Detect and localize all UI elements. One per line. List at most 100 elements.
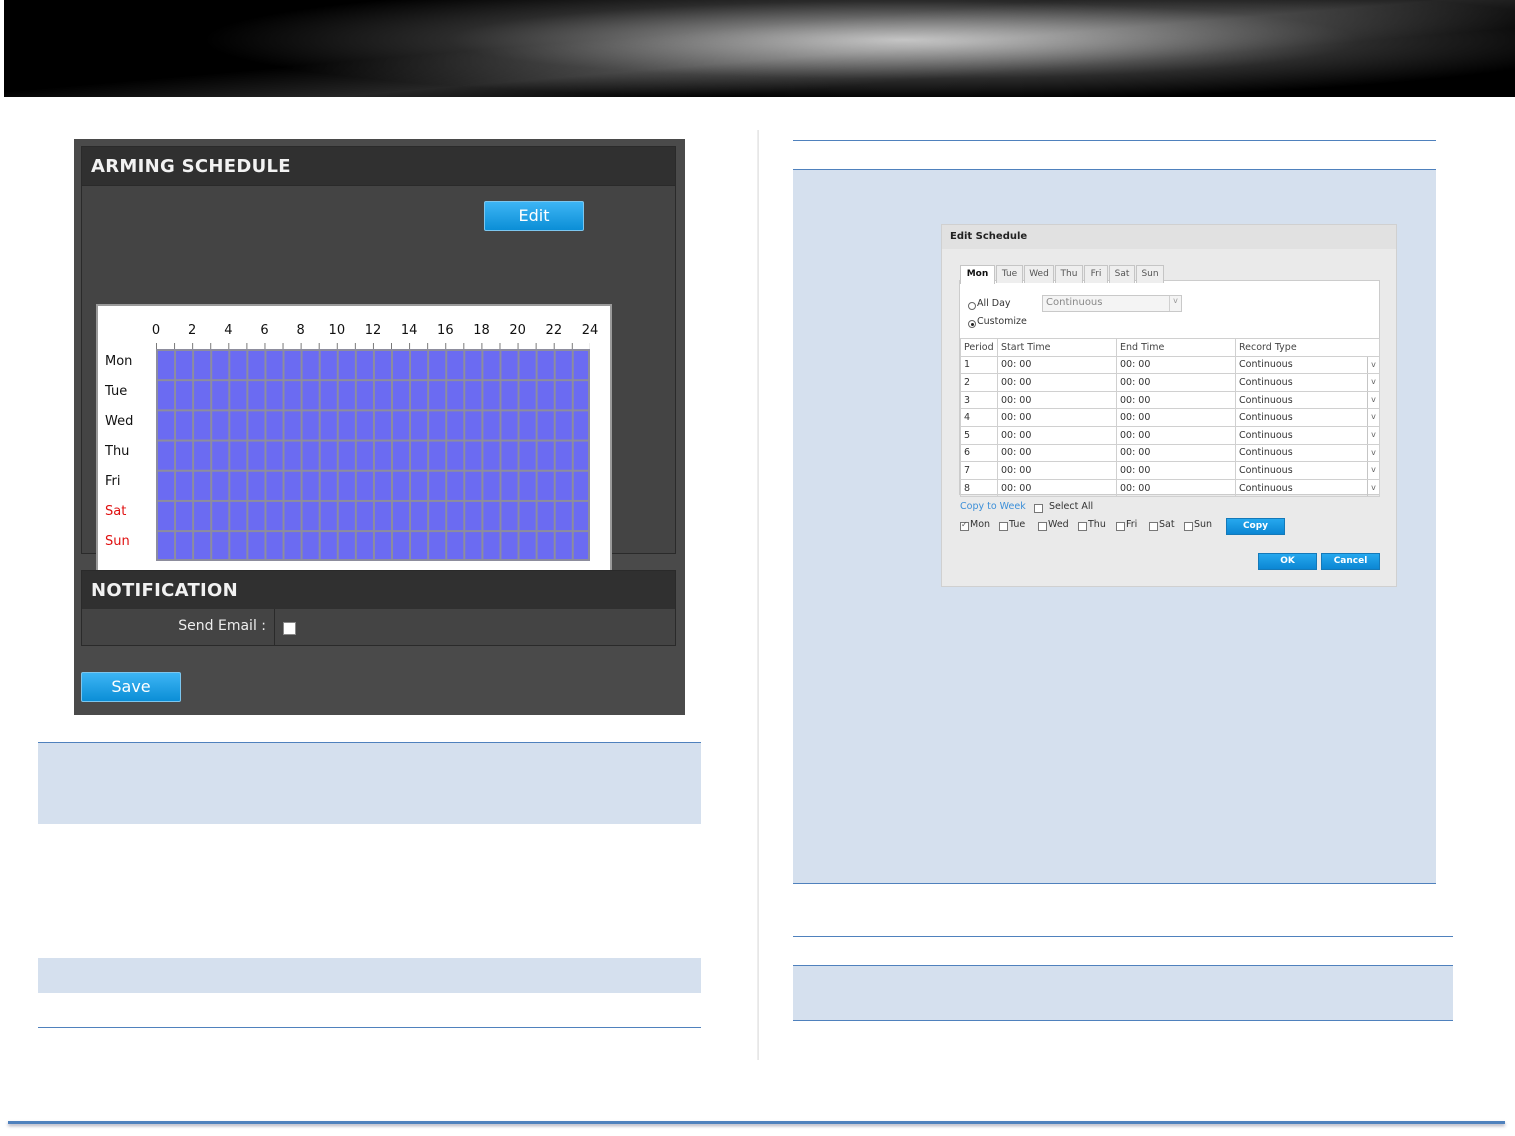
table-row: 6 00: 00 00: 00 Continuous v <box>960 443 1380 463</box>
column-header: Start Time <box>997 338 1117 357</box>
tab-sun[interactable]: Sun <box>1136 265 1164 283</box>
end-time-input[interactable]: 00: 00 <box>1116 355 1236 375</box>
tab-thu[interactable]: Thu <box>1055 265 1083 283</box>
end-time-input[interactable]: 00: 00 <box>1116 461 1236 480</box>
schedule-grid[interactable] <box>156 349 590 561</box>
day-label-thu: Thu <box>105 444 130 459</box>
divider-line <box>793 140 1436 141</box>
period-cell: 2 <box>960 373 998 392</box>
copy-day-label-tue: Tue <box>1009 519 1026 530</box>
schedule-grid-box: 0 2 4 6 8 10 12 14 16 18 20 22 24 Mon Tue Wed Thu Fri Sat… <box>96 304 612 585</box>
all-day-record-type-select[interactable]: Continuous v <box>1042 295 1182 312</box>
tab-tue[interactable]: Tue <box>996 265 1023 283</box>
record-type-select[interactable]: Continuous v <box>1235 425 1380 445</box>
copy-day-checkbox-mon[interactable] <box>960 520 969 531</box>
ok-button[interactable]: OK <box>1258 553 1317 570</box>
copy-day-checkbox-wed[interactable] <box>1038 522 1047 531</box>
end-time-input[interactable]: 00: 00 <box>1116 373 1236 392</box>
start-time-input[interactable]: 00: 00 <box>997 443 1117 463</box>
start-time-input[interactable]: 00: 00 <box>997 390 1117 410</box>
period-cell: 3 <box>960 390 998 410</box>
tab-fri[interactable]: Fri <box>1084 265 1108 283</box>
copy-day-checkbox-fri[interactable] <box>1116 522 1125 531</box>
hour-label: 18 <box>473 323 490 338</box>
start-time-input[interactable]: 00: 00 <box>997 408 1117 427</box>
select-all-checkbox[interactable] <box>1034 504 1043 513</box>
all-day-label: All Day <box>977 298 1011 309</box>
day-label-mon: Mon <box>105 354 133 369</box>
period-cell: 8 <box>960 478 998 498</box>
customize-label: Customize <box>977 316 1027 327</box>
document-page: ARMING SCHEDULE Edit 0 2 4 6 8 10 12 14 16 18 20 22… <box>0 0 1515 1136</box>
start-time-input[interactable]: 00: 00 <box>997 461 1117 480</box>
note-box <box>38 743 701 824</box>
period-cell: 4 <box>960 408 998 427</box>
copy-day-checkbox-sun[interactable] <box>1184 522 1193 531</box>
record-type-select[interactable]: Continuous v <box>1235 373 1380 392</box>
column-separator <box>757 130 759 1060</box>
end-time-input[interactable]: 00: 00 <box>1116 408 1236 427</box>
table-row: 4 00: 00 00: 00 Continuous v <box>960 408 1380 427</box>
copy-day-label-wed: Wed <box>1048 519 1069 530</box>
table-row: 5 00: 00 00: 00 Continuous v <box>960 425 1380 445</box>
record-type-select[interactable]: Continuous v <box>1235 390 1380 410</box>
arming-schedule-body: Edit 0 2 4 6 8 10 12 14 16 18 20 22 24 Mon Tue Wed Thu F… <box>81 186 676 585</box>
divider-line <box>793 1020 1453 1021</box>
chevron-down-icon: v <box>1367 426 1379 444</box>
copy-day-checkbox-sat[interactable] <box>1149 522 1158 531</box>
footer-rule <box>8 1121 1505 1124</box>
hour-label: 2 <box>188 323 197 338</box>
record-type-value: Continuous <box>1239 482 1293 494</box>
tab-mon[interactable]: Mon <box>960 265 995 284</box>
record-type-select[interactable]: Continuous v <box>1235 408 1380 427</box>
record-type-select[interactable]: Continuous v <box>1235 461 1380 480</box>
start-time-input[interactable]: 00: 00 <box>997 478 1117 498</box>
copy-day-label-sat: Sat <box>1159 519 1175 530</box>
copy-button[interactable]: Copy <box>1226 518 1285 535</box>
divider-line <box>38 1027 701 1028</box>
record-type-select[interactable]: Continuous v <box>1235 478 1380 498</box>
record-type-select[interactable]: Continuous v <box>1235 443 1380 463</box>
record-type-value: Continuous <box>1239 376 1293 388</box>
day-label-wed: Wed <box>105 414 134 429</box>
chevron-down-icon: v <box>1367 444 1379 462</box>
day-label-sun: Sun <box>105 534 130 549</box>
tab-wed[interactable]: Wed <box>1024 265 1054 283</box>
hour-label: 20 <box>509 323 526 338</box>
start-time-input[interactable]: 00: 00 <box>997 355 1117 375</box>
hour-label: 4 <box>224 323 233 338</box>
copy-to-week-label: Copy to Week <box>960 501 1026 512</box>
notification-title: NOTIFICATION <box>91 580 239 601</box>
table-row: 7 00: 00 00: 00 Continuous v <box>960 461 1380 480</box>
record-type-select[interactable]: Continuous v <box>1235 355 1380 375</box>
copy-day-checkbox-tue[interactable] <box>999 522 1008 531</box>
customize-radio[interactable] <box>968 320 976 328</box>
camera-settings-panel: ARMING SCHEDULE Edit 0 2 4 6 8 10 12 14 16 18 20 22… <box>74 139 685 715</box>
save-button[interactable]: Save <box>81 672 181 702</box>
end-time-input[interactable]: 00: 00 <box>1116 443 1236 463</box>
record-type-value: Continuous <box>1239 464 1293 476</box>
hour-label: 16 <box>437 323 454 338</box>
end-time-input[interactable]: 00: 00 <box>1116 390 1236 410</box>
table-row: 3 00: 00 00: 00 Continuous v <box>960 390 1380 410</box>
divider-line <box>793 883 1436 884</box>
hour-label: 8 <box>296 323 305 338</box>
all-day-radio[interactable] <box>968 302 976 310</box>
start-time-input[interactable]: 00: 00 <box>997 425 1117 445</box>
hour-label: 12 <box>364 323 382 338</box>
edit-button[interactable]: Edit <box>484 201 584 231</box>
record-type-value: Continuous <box>1239 359 1293 371</box>
period-cell: 1 <box>960 355 998 375</box>
send-email-checkbox[interactable] <box>283 622 296 635</box>
table-row: 8 00: 00 00: 00 Continuous v <box>960 478 1380 498</box>
period-rows: 1 00: 00 00: 00 Continuous v 2 00: 00 00: 00 Con… <box>960 355 1380 498</box>
table-row: 1 00: 00 00: 00 Continuous v <box>960 355 1380 375</box>
end-time-input[interactable]: 00: 00 <box>1116 425 1236 445</box>
cancel-button[interactable]: Cancel <box>1321 553 1380 570</box>
tab-sat[interactable]: Sat <box>1109 265 1135 283</box>
table-row: 2 00: 00 00: 00 Continuous v <box>960 373 1380 392</box>
copy-day-checkbox-thu[interactable] <box>1078 522 1087 531</box>
start-time-input[interactable]: 00: 00 <box>997 373 1117 392</box>
divider-line <box>793 936 1453 937</box>
end-time-input[interactable]: 00: 00 <box>1116 478 1236 498</box>
